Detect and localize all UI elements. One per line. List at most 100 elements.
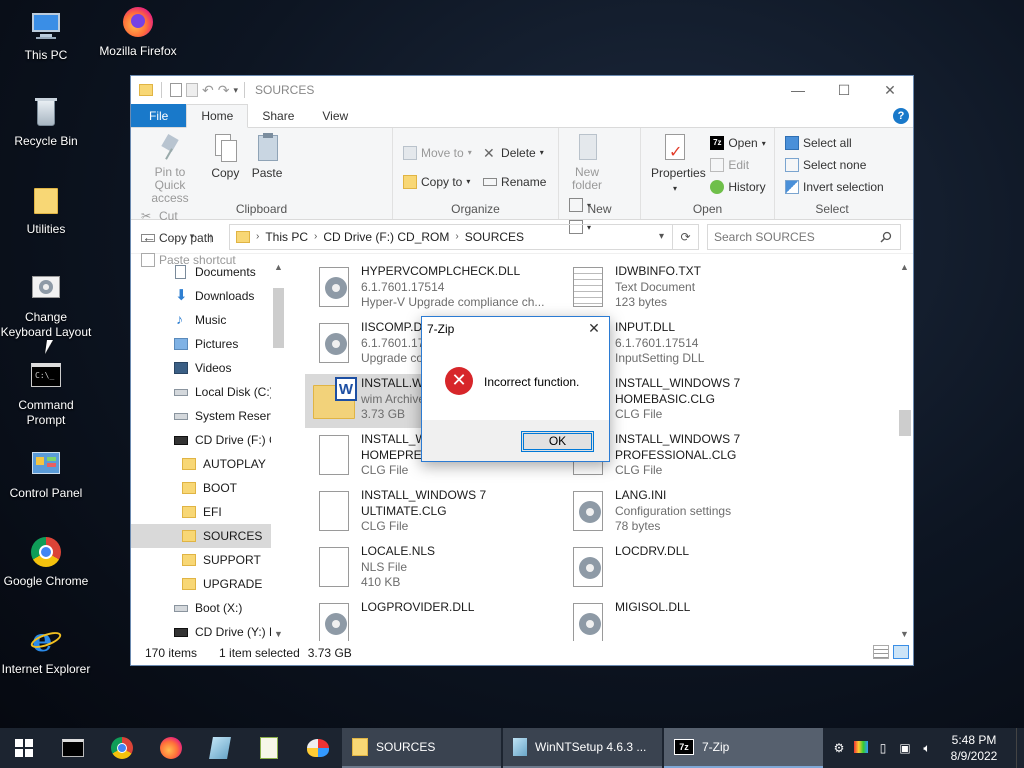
- new-folder-small-icon[interactable]: [186, 83, 198, 97]
- minimize-icon[interactable]: —: [775, 76, 821, 104]
- nav-item-boot[interactable]: BOOT: [131, 476, 286, 500]
- file-item[interactable]: INSTALL_WINDOWS 7 ULTIMATE.CLG CLG File: [305, 486, 553, 540]
- desktop-icon-this-pc[interactable]: This PC: [0, 10, 94, 63]
- chevron-down-icon[interactable]: ▾: [659, 231, 664, 242]
- file-item[interactable]: MIGISOL.DLL: [559, 598, 807, 641]
- taskbar-pin-winntsetup[interactable]: [195, 728, 244, 768]
- breadcrumb-this-pc[interactable]: This PC: [261, 230, 312, 244]
- desktop-icon-recycle-bin[interactable]: Recycle Bin: [0, 96, 94, 149]
- file-item[interactable]: LOCALE.NLS NLS File 410 KB: [305, 542, 553, 596]
- file-item[interactable]: LOCDRV.DLL: [559, 542, 807, 596]
- network-icon[interactable]: ▣: [894, 741, 916, 755]
- usb-drive-icon[interactable]: ▯: [872, 741, 894, 755]
- taskbar-pin-paint-app[interactable]: [293, 728, 342, 768]
- new-folder-button[interactable]: New folder: [565, 132, 609, 192]
- copy-to-button[interactable]: Copy to ▾: [403, 167, 472, 196]
- dialog-title-bar[interactable]: 7-Zip ✕: [422, 317, 609, 340]
- address-bar[interactable]: › This PC › CD Drive (F:) CD_ROM › SOURC…: [229, 223, 673, 250]
- desktop-icon-internet-explorer[interactable]: e Internet Explorer: [0, 624, 94, 677]
- copy-path-button[interactable]: Copy path: [141, 227, 236, 249]
- network-settings-icon[interactable]: ⚙: [828, 741, 850, 755]
- taskbar-pin-firefox[interactable]: [146, 728, 195, 768]
- color-app-icon[interactable]: [850, 740, 872, 756]
- rename-button[interactable]: Rename: [483, 167, 546, 196]
- invert-selection-button[interactable]: Invert selection: [785, 176, 884, 198]
- refresh-icon[interactable]: ⟳: [673, 223, 699, 250]
- undo-icon[interactable]: ↶: [202, 82, 214, 99]
- file-list-scrollbar[interactable]: ▲ ▼: [897, 260, 913, 641]
- desktop-icon-utilities[interactable]: Utilities: [0, 184, 94, 237]
- start-button[interactable]: [0, 728, 48, 768]
- edit-button[interactable]: Edit: [710, 154, 765, 176]
- file-item[interactable]: IDWBINFO.TXT Text Document 123 bytes: [559, 262, 807, 316]
- scroll-down-icon[interactable]: ▼: [900, 629, 909, 639]
- file-item[interactable]: LOGPROVIDER.DLL: [305, 598, 553, 641]
- help-icon[interactable]: ?: [893, 108, 909, 124]
- nav-item-local-disk-c[interactable]: Local Disk (C:): [131, 380, 286, 404]
- ok-button[interactable]: OK: [521, 431, 594, 452]
- select-none-button[interactable]: Select none: [785, 154, 884, 176]
- taskbar-pin-chrome[interactable]: [97, 728, 146, 768]
- nav-item-efi[interactable]: EFI: [131, 500, 286, 524]
- move-to-button[interactable]: Move to ▾: [403, 138, 472, 167]
- tab-view[interactable]: View: [308, 104, 362, 127]
- breadcrumb-cd-drive[interactable]: CD Drive (F:) CD_ROM: [319, 230, 453, 244]
- chevron-down-icon[interactable]: ▾: [233, 85, 238, 96]
- properties-button[interactable]: ✓ Properties ▾: [647, 132, 706, 194]
- scroll-up-icon[interactable]: ▲: [274, 262, 283, 272]
- open-button[interactable]: 7z Open ▾: [710, 132, 766, 154]
- nav-item-documents[interactable]: Documents: [131, 260, 286, 284]
- tab-file[interactable]: File: [131, 104, 187, 127]
- details-view-icon[interactable]: [873, 645, 889, 659]
- desktop-icon-command-prompt[interactable]: C:\_ Command Prompt: [0, 360, 94, 428]
- nav-item-cd-drive-f-c[interactable]: CD Drive (F:) C: [131, 428, 286, 452]
- nav-item-system-reserve[interactable]: System Reserve: [131, 404, 286, 428]
- search-input[interactable]: Search SOURCES: [707, 223, 901, 250]
- nav-item-boot-x[interactable]: Boot (X:): [131, 596, 286, 620]
- tab-home[interactable]: Home: [186, 104, 249, 128]
- show-desktop-button[interactable]: [1016, 728, 1024, 768]
- taskbar-pin-cmd[interactable]: [48, 728, 97, 768]
- file-item[interactable]: HYPERVCOMPLCHECK.DLL 6.1.7601.17514 Hyper-…: [305, 262, 553, 316]
- file-item[interactable]: LANG.INI Configuration settings 78 bytes: [559, 486, 807, 540]
- desktop-icon-firefox[interactable]: Mozilla Firefox: [90, 6, 186, 59]
- close-icon[interactable]: ✕: [579, 317, 609, 340]
- pin-to-quick-access-button[interactable]: Pin to Quick access: [137, 132, 203, 205]
- scroll-thumb[interactable]: [899, 410, 911, 436]
- copy-button[interactable]: Copy: [206, 132, 244, 180]
- nav-item-pictures[interactable]: Pictures: [131, 332, 286, 356]
- history-button[interactable]: History: [710, 176, 766, 198]
- volume-icon[interactable]: 🔈︎: [916, 741, 938, 756]
- redo-icon[interactable]: ↷: [218, 82, 230, 99]
- nav-item-upgrade[interactable]: UPGRADE: [131, 572, 286, 596]
- breadcrumb-sources[interactable]: SOURCES: [461, 230, 528, 244]
- nav-item-downloads[interactable]: ⬇ Downloads: [131, 284, 286, 308]
- nav-item-music[interactable]: ♪ Music: [131, 308, 286, 332]
- close-icon[interactable]: ✕: [867, 76, 913, 104]
- taskbar-pin-notepad-app[interactable]: [244, 728, 293, 768]
- taskbar-task-sources[interactable]: SOURCES: [342, 728, 501, 768]
- nav-item-autoplay[interactable]: AUTOPLAY: [131, 452, 286, 476]
- taskbar-task-7zip[interactable]: 7z 7-Zip: [664, 728, 823, 768]
- nav-item-sources[interactable]: SOURCES: [131, 524, 286, 548]
- tab-share[interactable]: Share: [248, 104, 308, 127]
- desktop-icon-google-chrome[interactable]: Google Chrome: [0, 536, 94, 589]
- title-bar[interactable]: ↶ ↷ ▾ SOURCES — ☐ ✕: [131, 76, 913, 104]
- nav-item-cd-drive-y-h[interactable]: CD Drive (Y:) H: [131, 620, 286, 641]
- desktop-icon-change-keyboard-layout[interactable]: Change Keyboard Layout: [0, 272, 94, 340]
- desktop-icon-control-panel[interactable]: Control Panel: [0, 448, 94, 501]
- properties-small-icon[interactable]: [170, 83, 182, 97]
- scroll-up-icon[interactable]: ▲: [900, 262, 909, 272]
- scroll-thumb[interactable]: [273, 288, 284, 348]
- navigation-scrollbar[interactable]: ▲ ▼: [271, 260, 287, 641]
- nav-item-support[interactable]: SUPPORT: [131, 548, 286, 572]
- maximize-icon[interactable]: ☐: [821, 76, 867, 104]
- scroll-down-icon[interactable]: ▼: [274, 629, 283, 639]
- large-icons-view-icon[interactable]: [893, 645, 909, 659]
- clock[interactable]: 5:48 PM 8/9/2022: [938, 732, 1010, 764]
- select-all-button[interactable]: Select all: [785, 132, 884, 154]
- paste-button[interactable]: Paste: [248, 132, 286, 180]
- delete-button[interactable]: ✕ Delete ▾: [483, 138, 546, 167]
- nav-item-videos[interactable]: Videos: [131, 356, 286, 380]
- taskbar-task-winntsetup[interactable]: WinNTSetup 4.6.3 ...: [503, 728, 662, 768]
